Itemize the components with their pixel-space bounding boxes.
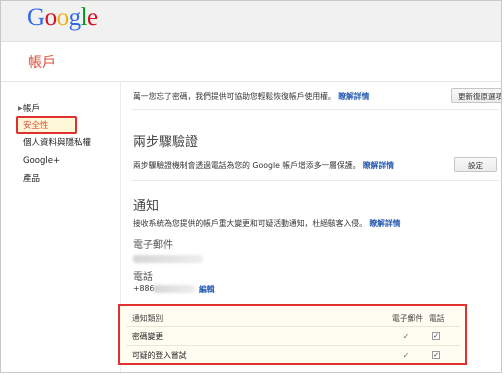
sidebar-item-account[interactable]: ▶ 帳戶 (18, 102, 41, 116)
sidebar-item-security[interactable]: 安全性 (23, 119, 49, 133)
table-row: 可疑的登入嘗試 ✓ ✓ (120, 346, 465, 365)
recovery-description: 萬一您忘了密碼，我們提供可協助您輕鬆恢復帳戶使用權。 (133, 92, 336, 101)
category-name: 密碼變更 (132, 332, 164, 341)
google-logo[interactable]: Google (27, 4, 98, 32)
category-name: 可疑的登入嘗試 (132, 351, 187, 360)
notifications-description: 接收系統為您提供的帳戶重大變更和可疑活動通知，杜絕駭客入侵。 (133, 219, 367, 228)
logo-letter: G (27, 4, 45, 31)
email-value-redacted (133, 255, 203, 263)
setup-button[interactable]: 設定 (454, 157, 497, 172)
email-checkmark-icon[interactable]: ✓ (400, 327, 412, 346)
notifications-learn-more-link[interactable]: 瞭解詳情 (369, 219, 400, 228)
page-title: 帳戶 (28, 55, 56, 71)
phone-prefix: +886 (133, 284, 155, 293)
two-step-learn-more-link[interactable]: 瞭解詳情 (363, 161, 394, 170)
logo-letter: e (87, 4, 98, 31)
top-bar: Google (1, 1, 501, 42)
phone-value-redacted (153, 285, 195, 293)
sidebar-item-products[interactable]: 產品 (23, 172, 40, 186)
sidebar-item-google-plus[interactable]: Google+ (23, 154, 60, 168)
section-divider (131, 109, 499, 110)
notifications-text-line: 接收系統為您提供的帳戶重大變更和可疑活動通知，杜絕駭客入侵。 瞭解詳情 (133, 218, 401, 229)
recovery-learn-more-link[interactable]: 瞭解詳情 (338, 92, 369, 101)
two-step-description: 兩步驟驗證機制會透過電話為您的 Google 帳戶增添多一層保護。 (133, 161, 361, 170)
notification-categories-table: 通知類別 電子郵件 電話 密碼變更 ✓ ✓ 可疑的登入嘗試 ✓ ✓ (118, 304, 467, 365)
recovery-text-line: 萬一您忘了密碼，我們提供可協助您輕鬆恢復帳戶使用權。 瞭解詳情 (133, 91, 369, 102)
two-step-title: 兩步驟驗證 (133, 135, 199, 150)
phone-value-line: +886 (133, 284, 154, 293)
phone-checkbox[interactable]: ✓ (432, 332, 440, 340)
browser-frame: Google 帳戶 ▶ 帳戶 安全性 個人資料與隱私權 Google+ 產品 萬… (0, 0, 502, 373)
table-row: 密碼變更 ✓ ✓ (120, 327, 465, 346)
chevron-right-icon: ▶ (18, 105, 23, 112)
phone-checkbox[interactable]: ✓ (432, 351, 440, 359)
logo-letter: g (68, 4, 82, 31)
edit-phone-link[interactable]: 編輯 (199, 284, 215, 295)
phone-label: 電話 (133, 272, 153, 283)
section-divider (131, 180, 499, 181)
logo-letter: o (44, 4, 58, 31)
email-label: 電子郵件 (133, 240, 173, 251)
sidebar-item-label: 帳戶 (23, 104, 41, 114)
header-divider (1, 81, 501, 82)
update-recovery-button[interactable]: 更新復原選項 (451, 88, 501, 103)
sidebar-item-label: 安全性 (23, 121, 49, 131)
email-checkmark-icon[interactable]: ✓ (400, 346, 412, 365)
two-step-text-line: 兩步驟驗證機制會透過電話為您的 Google 帳戶增添多一層保護。 瞭解詳情 (133, 160, 394, 171)
sidebar-item-label: 個人資料與隱私權 (23, 138, 92, 148)
sidebar-item-profile-privacy[interactable]: 個人資料與隱私權 (23, 136, 91, 150)
sidebar-item-label: 產品 (23, 174, 41, 184)
notifications-title: 通知 (133, 199, 160, 214)
logo-letter: o (56, 4, 70, 31)
sidebar-item-label: Google+ (23, 156, 61, 166)
